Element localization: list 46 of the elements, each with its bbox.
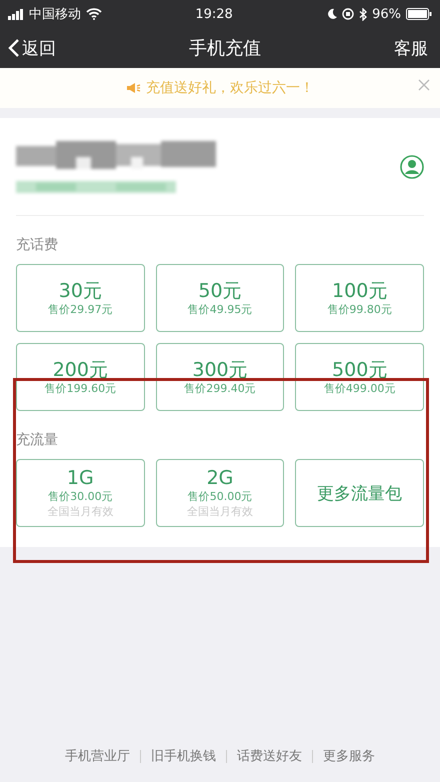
footer-link[interactable]: 更多服务 [323, 747, 375, 765]
amount-label: 30元 [58, 280, 102, 302]
footer-link[interactable]: 话费送好友 [237, 747, 302, 765]
customer-service-button[interactable]: 客服 [394, 36, 428, 60]
moon-icon [326, 8, 338, 20]
battery-icon [406, 8, 432, 20]
carrier-name: 中国移动 [29, 6, 81, 23]
footer-link[interactable]: 手机营业厅 [65, 747, 130, 765]
amount-label: 50元 [198, 280, 242, 302]
price-label: 售价30.00元 [48, 489, 113, 504]
contacts-icon[interactable] [400, 154, 424, 178]
recharge-option[interactable]: 200元 售价199.60元 [16, 343, 145, 411]
amount-label: 500元 [332, 358, 388, 380]
section-label: 充流量 [16, 431, 59, 450]
recharge-option[interactable]: 30元 售价29.97元 [16, 264, 145, 332]
bluetooth-icon [359, 8, 368, 20]
amount-label: 100元 [332, 280, 388, 302]
price-label: 售价299.40元 [184, 380, 256, 396]
page-title: 手机充值 [189, 37, 261, 60]
amount-label: 200元 [52, 358, 108, 380]
price-label: 售价50.00元 [188, 489, 252, 504]
amount-label: 1G [66, 467, 94, 489]
price-label: 售价499.00元 [324, 380, 396, 396]
price-label: 售价49.95元 [188, 302, 252, 316]
recharge-option[interactable]: 300元 售价299.40元 [156, 343, 284, 411]
back-button[interactable]: 返回 [8, 36, 56, 60]
battery-percent: 96% [372, 6, 401, 22]
price-label: 售价29.97元 [48, 302, 113, 316]
amount-label: 300元 [192, 358, 248, 380]
close-button[interactable] [418, 79, 430, 91]
footer-link[interactable]: 旧手机换钱 [151, 747, 216, 765]
chevron-left-icon [8, 38, 20, 58]
more-packages-button[interactable]: 更多流量包 [295, 459, 424, 527]
price-label: 售价199.60元 [44, 380, 116, 396]
recharge-option[interactable]: 100元 售价99.80元 [295, 264, 424, 332]
orientation-lock-icon [342, 8, 354, 20]
signal-icon [8, 8, 24, 20]
recharge-option[interactable]: 500元 售价499.00元 [295, 343, 424, 411]
section-label: 充话费 [16, 236, 59, 255]
clock-time: 19:28 [195, 6, 233, 22]
recharge-option[interactable]: 50元 售价49.95元 [156, 264, 284, 332]
price-label: 售价99.80元 [327, 302, 392, 316]
speaker-icon [126, 82, 142, 94]
promo-notice: 充值送好礼，欢乐过六一！ [146, 79, 314, 97]
amount-label: 2G [206, 467, 234, 489]
wifi-icon [86, 8, 102, 20]
